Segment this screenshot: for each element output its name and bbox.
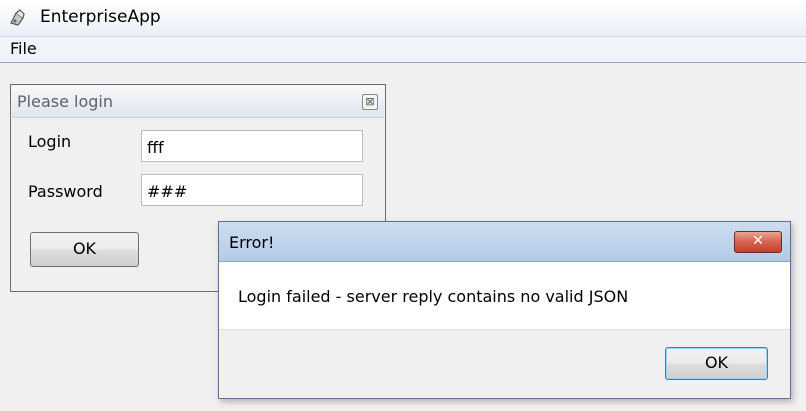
login-title-bar: Please login ⊠ [12,86,384,118]
app-icon [10,9,25,26]
app-title-bar: EnterpriseApp [0,0,806,37]
login-ok-button[interactable]: OK [30,232,139,267]
app-title: EnterpriseApp [40,7,161,27]
error-title-bar: Error! ✕ [219,222,790,262]
error-message: Login failed - server reply contains no … [238,287,629,306]
password-input[interactable]: ### [141,174,363,206]
menu-file[interactable]: File [10,39,37,58]
error-title: Error! [229,233,275,252]
menu-bar: File [0,37,806,63]
login-label: Login [28,132,72,151]
close-icon[interactable]: ⊠ [362,94,378,110]
login-title: Please login [17,92,113,111]
login-input[interactable]: fff [141,130,363,162]
error-body: Login failed - server reply contains no … [219,262,790,330]
error-ok-button[interactable]: OK [665,347,768,380]
password-label: Password [28,182,103,201]
error-dialog: Error! ✕ Login failed - server reply con… [218,221,791,399]
close-icon[interactable]: ✕ [734,231,782,253]
